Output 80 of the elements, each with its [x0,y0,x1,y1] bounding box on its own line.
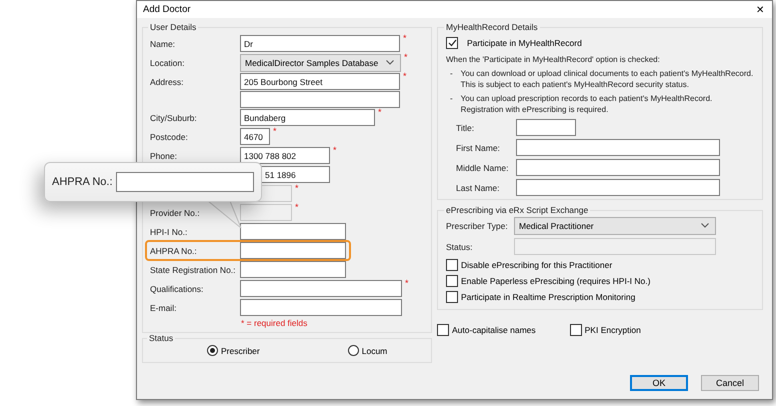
text-field[interactable]: 4670 [240,128,270,145]
info-text: When the 'Participate in MyHealthRecord' option is checked: [446,54,661,66]
info-text: You can download or upload clinical documents to each patient's MyHealthRecord. [460,68,754,79]
location-dropdown[interactable]: MedicalDirector Samples Database [240,54,401,72]
checkbox-label[interactable]: Enable Paperless ePrescibing (requires HPI-I No.) [461,276,650,286]
required-marker: * [333,146,337,155]
checkbox-label[interactable]: Participate in MyHealthRecord [467,38,582,48]
chevron-down-icon [701,223,709,228]
radio-label[interactable]: Prescriber [221,346,260,356]
group-title: Status [148,333,174,343]
required-marker: * [403,34,407,43]
text-field[interactable]: Bundaberg [240,109,375,126]
field-label: Status: [446,242,474,252]
text-field[interactable] [516,119,576,136]
field-label: City/Suburb: [150,112,198,122]
field-label: HPI-I No.: [150,226,188,236]
field-label: Prescriber Type: [446,220,509,230]
required-marker: * [295,203,299,212]
checkbox-label[interactable]: Disable ePrescribing for this Practitioner [461,260,612,270]
window-title: Add Doctor [143,4,191,15]
dialog-button[interactable]: OK [630,375,688,391]
info-text: This is subject to each patient's MyHealthRecord security status. [460,79,690,90]
field-label: Phone: [150,150,178,160]
prescriber-type-dropdown[interactable]: Medical Practitioner [514,216,716,234]
text-field[interactable] [514,238,716,255]
text-field[interactable] [516,139,720,156]
text-field[interactable] [240,280,402,297]
checkbox[interactable] [446,259,458,271]
required-marker: * [378,108,382,117]
text-field[interactable]: 1300 788 802 [240,147,330,164]
info-text: You can upload prescription records to each patient's MyHealthRecord. [460,92,712,104]
text-field[interactable] [516,159,720,176]
checkbox-label[interactable]: PKI Encryption [584,325,641,335]
text-field[interactable] [240,91,400,108]
group-title: User Details [149,22,198,32]
group-title: ePrescribing via eRx Script Exchange [445,205,590,215]
checkbox[interactable] [437,324,449,336]
required-marker: * [273,127,277,136]
field-label: E-mail: [150,302,178,312]
field-label: Provider No.: [150,208,201,218]
text-field[interactable]: 205 Bourbong Street [240,73,400,90]
required-marker: * [405,279,409,288]
checkbox[interactable] [446,275,458,287]
required-marker: * [403,72,407,81]
required-note: * = required fields [240,318,308,328]
radio-label[interactable]: Locum [362,346,388,356]
text-field[interactable] [240,299,402,316]
field-label: Location: [150,58,186,68]
field-label: Postcode: [150,132,189,142]
field-label: Middle Name: [456,162,510,172]
field-label: AHPRA No.: [150,246,198,256]
field-label: Title: [456,122,476,132]
text-field[interactable] [240,223,346,240]
dialog-button[interactable]: Cancel [701,375,759,391]
close-button[interactable]: ✕ [756,4,764,16]
text-field[interactable] [516,179,720,196]
text-field[interactable] [240,242,346,259]
bullet-marker: - [450,92,453,104]
checkbox[interactable] [446,291,458,303]
bullet-marker: - [450,68,453,80]
checkbox-label[interactable]: Participate in Realtime Prescription Monitoring [461,292,636,302]
field-label: Last Name: [456,182,500,192]
text-field[interactable]: Dr [240,35,400,52]
checkbox[interactable] [570,324,582,336]
info-text: Registration with ePrescribing is required. [460,104,610,116]
radio-button[interactable] [207,345,218,356]
field-label: Qualifications: [150,284,204,294]
required-marker: * [295,184,299,193]
checkbox-label[interactable]: Auto-capitalise names [452,325,536,335]
group-title: MyHealthRecord Details [445,22,539,32]
checkbox[interactable] [446,37,458,49]
text-field[interactable] [240,261,346,278]
field-label: Address: [150,76,185,86]
field-label: First Name: [456,142,501,152]
chevron-down-icon [386,60,394,65]
field-label: State Registration No.: [150,264,237,274]
field-label: AHPRA No.: [52,176,113,188]
field-label: Name: [150,38,176,48]
radio-button[interactable] [348,345,359,356]
required-marker: * [404,53,408,62]
